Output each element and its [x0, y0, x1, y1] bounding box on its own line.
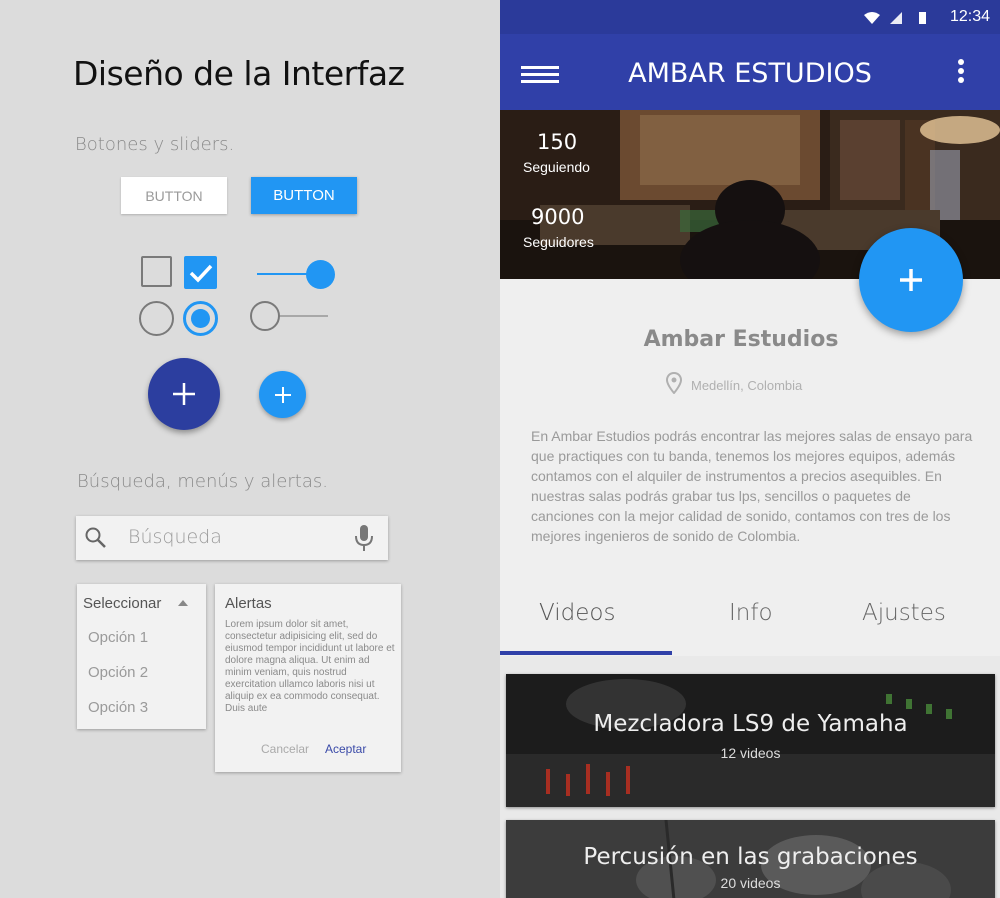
search-input[interactable]: Búsqueda	[76, 516, 388, 560]
plus-icon	[274, 386, 291, 403]
tab-bar: Videos Info Ajustes	[500, 584, 1000, 656]
wifi-icon	[864, 12, 880, 24]
dropdown-option[interactable]: Opción 2	[88, 664, 148, 681]
dropdown-menu[interactable]: Seleccionar Opción 1 Opción 2 Opción 3	[77, 584, 206, 729]
slider-inactive-track	[278, 315, 328, 317]
dropdown-option[interactable]: Opción 1	[88, 629, 148, 646]
add-fab-small[interactable]	[259, 371, 306, 418]
radio-selected[interactable]	[183, 301, 218, 336]
card-subtitle: 12 videos	[720, 745, 781, 761]
search-icon	[85, 527, 106, 548]
checkbox-checked[interactable]	[184, 256, 217, 289]
cancel-button[interactable]: Cancelar	[261, 742, 309, 756]
card-title: Percusión en las grabaciones	[583, 844, 918, 870]
following-count: 150	[537, 130, 578, 154]
video-category-card[interactable]: Percusión en las grabaciones 20 videos	[506, 820, 995, 898]
signal-icon	[890, 12, 902, 24]
card-title: Mezcladora LS9 de Yamaha	[593, 711, 908, 737]
radio-unselected[interactable]	[139, 301, 174, 336]
caret-up-icon	[178, 600, 188, 606]
plus-icon	[900, 269, 922, 291]
alert-dialog: Alertas Lorem ipsum dolor sit amet, cons…	[215, 584, 401, 772]
tab-info[interactable]: Info	[729, 600, 773, 626]
radio-dot	[191, 309, 210, 328]
app-title: AMBAR ESTUDIOS	[628, 58, 872, 89]
section-label-buttons: Botones y sliders.	[75, 134, 235, 155]
video-category-card[interactable]: Mezcladora LS9 de Yamaha 12 videos	[506, 674, 995, 807]
location-text: Medellín, Colombia	[691, 378, 803, 393]
status-bar: 12:34	[500, 0, 1000, 34]
card-subtitle: 20 videos	[720, 875, 781, 891]
followers-count: 9000	[531, 205, 585, 229]
add-fab[interactable]	[859, 228, 963, 332]
dropdown-option[interactable]: Opción 3	[88, 699, 148, 716]
status-icons	[864, 12, 926, 24]
plus-icon	[173, 383, 195, 405]
more-vert-icon[interactable]	[956, 58, 966, 86]
add-fab-large[interactable]	[148, 358, 220, 430]
alert-body: Lorem ipsum dolor sit amet, consectetur …	[225, 619, 395, 714]
status-time: 12:34	[949, 8, 990, 25]
profile-section: Ambar Estudios Medellín, Colombia En Amb…	[500, 279, 1000, 656]
following-label: Seguiendo	[523, 159, 590, 175]
alert-title: Alertas	[225, 595, 272, 612]
tab-indicator	[500, 651, 672, 655]
slider-active-track	[257, 273, 311, 275]
slider-active-thumb[interactable]	[306, 260, 335, 289]
microphone-icon[interactable]	[354, 524, 374, 552]
dropdown-header[interactable]: Seleccionar	[83, 595, 161, 612]
app-bar: AMBAR ESTUDIOS	[500, 34, 1000, 110]
mixer-photo	[506, 674, 995, 807]
tab-videos[interactable]: Videos	[539, 600, 615, 626]
checkbox-unchecked[interactable]	[141, 256, 172, 287]
check-icon	[189, 264, 212, 283]
page-title: Diseño de la Interfaz	[73, 54, 405, 93]
design-sheet-panel: Diseño de la Interfaz Botones y sliders.…	[0, 0, 500, 898]
accept-button[interactable]: Aceptar	[325, 742, 366, 756]
battery-icon	[919, 12, 926, 24]
section-label-search: Búsqueda, menús y alertas.	[77, 471, 328, 492]
profile-description: En Ambar Estudios podrás encontrar las m…	[531, 428, 973, 544]
search-placeholder: Búsqueda	[128, 526, 222, 548]
tab-ajustes[interactable]: Ajustes	[862, 600, 946, 626]
raised-button[interactable]: BUTTON	[251, 177, 357, 214]
location-pin-icon	[666, 372, 682, 394]
phone-screen: 12:34 AMBAR ESTUDIOS 150 Seguiendo 9000 …	[500, 0, 1000, 898]
followers-label: Seguidores	[523, 234, 594, 250]
slider-inactive-thumb[interactable]	[250, 301, 280, 331]
flat-button[interactable]: BUTTON	[121, 177, 227, 214]
